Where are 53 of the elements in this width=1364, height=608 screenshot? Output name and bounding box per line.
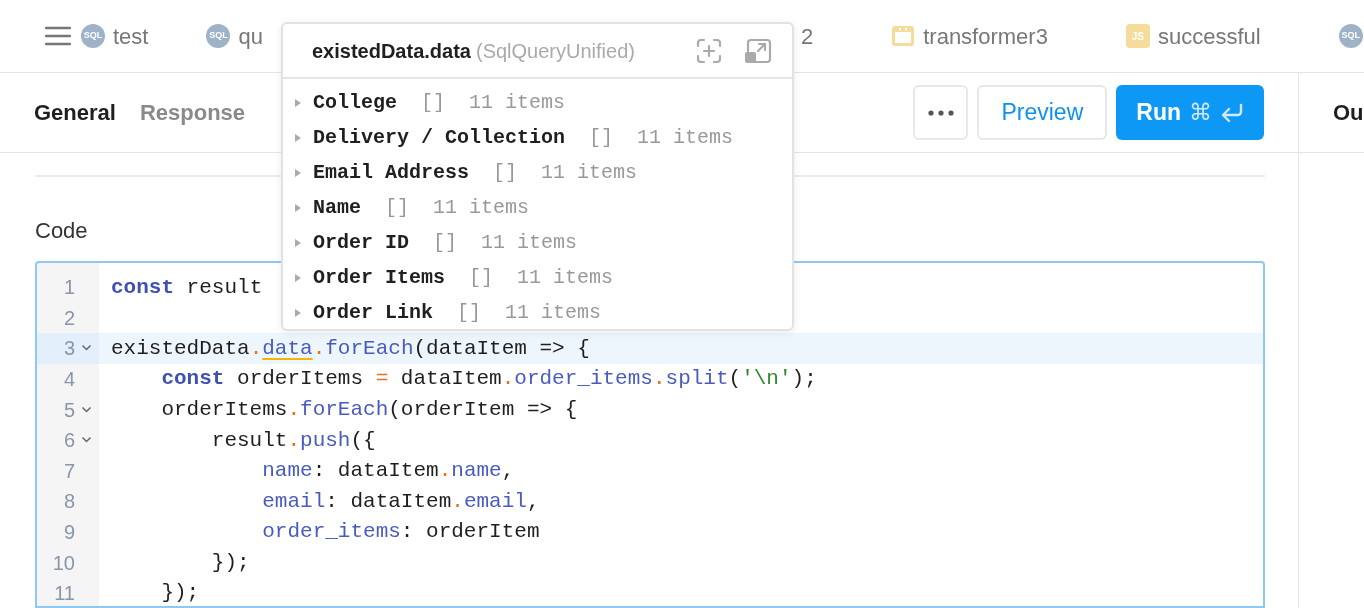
menu-icon[interactable]	[45, 25, 71, 47]
file-tab[interactable]: SQL qu	[206, 19, 263, 53]
panel-tab[interactable]: General	[34, 96, 116, 129]
code-line: orderItems.forEach(orderItem => {	[160, 396, 578, 423]
code-label: Code	[35, 217, 88, 245]
popup-title: existedData.data	[312, 38, 471, 64]
data-tree-row[interactable]: College [] 11 items	[283, 85, 792, 120]
data-tree-row[interactable]: Order ID [] 11 items	[283, 225, 792, 260]
transformer-icon	[891, 24, 916, 48]
code-line: });	[210, 549, 250, 576]
line-number: 6	[62, 428, 75, 454]
code-line: name: dataItem.name,	[261, 458, 515, 485]
fold-chevron-icon[interactable]	[81, 344, 92, 353]
data-tree-row[interactable]: Delivery / Collection [] 11 items	[283, 120, 792, 155]
code-line: const result	[111, 274, 263, 301]
code-line: const orderItems = dataItem.order_items.split('\n');	[160, 366, 817, 393]
popup-type: (SqlQueryUnified)	[475, 38, 635, 64]
code-line: existedData.data.forEach(dataItem => {	[111, 335, 590, 362]
line-number: 11	[53, 581, 75, 606]
line-number: 10	[51, 550, 75, 576]
line-number: 9	[62, 520, 75, 546]
output-title: Ou	[1333, 99, 1364, 127]
data-tree-row[interactable]: Name [] 11 items	[283, 190, 792, 225]
line-number: 4	[62, 367, 75, 393]
more-button[interactable]	[913, 85, 969, 140]
line-number: 8	[62, 489, 75, 515]
line-number: 2	[62, 305, 75, 331]
file-tab[interactable]: 2	[800, 19, 814, 53]
more-icon	[927, 109, 954, 116]
js-badge-icon: JS	[1125, 24, 1150, 48]
line-number: 3	[62, 336, 75, 362]
add-watch-icon[interactable]	[696, 37, 722, 64]
sql-badge-icon: SQL	[206, 24, 231, 48]
fold-chevron-icon[interactable]	[81, 436, 92, 445]
line-number: 7	[62, 458, 75, 484]
data-tree-row[interactable]: Email Address [] 11 items	[283, 155, 792, 190]
code-line: });	[160, 580, 200, 606]
enter-icon	[1220, 102, 1244, 123]
data-tree-row[interactable]: Order Link [] 11 items	[283, 295, 792, 329]
line-number: 1	[62, 275, 75, 301]
code-line: email: dataItem.email,	[261, 488, 540, 515]
fold-chevron-icon[interactable]	[81, 405, 92, 414]
code-line: order_items: orderItem	[261, 519, 540, 546]
code-line: result.push({	[210, 427, 376, 454]
sql-badge-icon: SQL	[1338, 24, 1363, 48]
file-tab[interactable]: JS successful	[1125, 19, 1261, 53]
code-editor[interactable]	[35, 261, 1265, 608]
line-number: 5	[62, 397, 75, 423]
file-tab[interactable]: transformer3	[891, 19, 1048, 53]
sql-badge-icon: SQL	[81, 24, 105, 48]
data-tree-row[interactable]: Order Items [] 11 items	[283, 260, 792, 295]
file-tab[interactable]: SQL test	[81, 19, 149, 53]
expand-icon[interactable]	[744, 36, 772, 65]
